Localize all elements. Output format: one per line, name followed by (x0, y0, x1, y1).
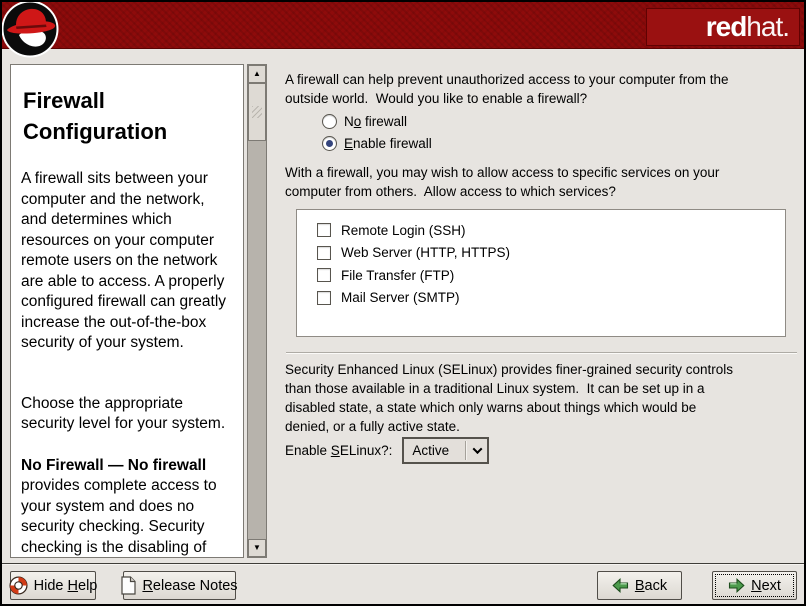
service-row-ssh[interactable]: Remote Login (SSH) (317, 219, 785, 242)
brand-text-bold: red (706, 11, 747, 43)
back-button[interactable]: Back (597, 571, 682, 600)
help-paragraph-3-heading: No Firewall — No firewall (21, 457, 206, 474)
services-list: Remote Login (SSH) Web Server (HTTP, HTT… (296, 209, 786, 337)
redhat-shadowman-logo-icon (1, 0, 61, 60)
next-button[interactable]: Next (712, 571, 797, 600)
services-intro-text: With a firewall, you may wish to allow a… (285, 163, 725, 201)
help-paragraph-3-body: provides complete access to your system … (21, 477, 229, 558)
checkbox-icon[interactable] (317, 268, 331, 282)
service-label: Remote Login (SSH) (341, 223, 466, 238)
installer-window: redhat. Firewall Configuration A firewal… (0, 0, 806, 606)
radio-button-selected-icon[interactable] (322, 136, 337, 151)
scrollbar-thumb[interactable] (248, 83, 266, 141)
button-bar: Hide Help Release Notes Back (2, 563, 804, 604)
green-arrow-right-icon (728, 578, 745, 593)
back-label: Back (635, 578, 667, 594)
selinux-dropdown[interactable]: Active (402, 437, 489, 464)
chevron-down-icon[interactable] (467, 447, 487, 454)
hide-help-label: Hide Help (34, 578, 98, 594)
help-scrollbar[interactable]: ▲ ▼ (247, 64, 267, 558)
checkbox-icon[interactable] (317, 246, 331, 260)
section-separator (286, 352, 797, 354)
service-row-ftp[interactable]: File Transfer (FTP) (317, 264, 785, 287)
scroll-down-icon[interactable]: ▼ (248, 539, 266, 557)
radio-no-firewall-label: No firewall (344, 114, 407, 129)
radio-enable-firewall-label: Enable firewall (344, 136, 432, 151)
brand-text-light: hat. (746, 11, 789, 43)
help-paragraph-3: No Firewall — No firewall provides compl… (21, 456, 234, 559)
selinux-description: Security Enhanced Linux (SELinux) provid… (285, 360, 735, 436)
service-label: Mail Server (SMTP) (341, 290, 460, 305)
checkbox-icon[interactable] (317, 291, 331, 305)
firewall-intro-text: A firewall can help prevent unauthorized… (285, 70, 765, 108)
main-content: A firewall can help prevent unauthorized… (283, 64, 801, 560)
life-preserver-icon (9, 576, 28, 595)
redhat-wordmark: redhat. (646, 8, 800, 46)
service-label: Web Server (HTTP, HTTPS) (341, 245, 510, 260)
help-paragraph-1: A firewall sits between your computer an… (21, 169, 234, 354)
radio-button-icon[interactable] (322, 114, 337, 129)
hide-help-button[interactable]: Hide Help (10, 571, 96, 600)
scroll-up-icon[interactable]: ▲ (248, 65, 266, 83)
checkbox-icon[interactable] (317, 223, 331, 237)
selinux-label: Enable SELinux?: (285, 443, 392, 458)
help-paragraph-2: Choose the appropriate security level fo… (21, 394, 234, 435)
release-notes-button[interactable]: Release Notes (123, 571, 236, 600)
release-notes-label: Release Notes (142, 578, 237, 594)
radio-enable-firewall[interactable]: Enable firewall (322, 135, 432, 152)
selinux-row: Enable SELinux?: Active (285, 437, 489, 464)
help-title: Firewall Configuration (23, 85, 234, 147)
header-banner: redhat. (2, 2, 804, 49)
document-page-icon (121, 576, 136, 595)
service-row-smtp[interactable]: Mail Server (SMTP) (317, 287, 785, 310)
service-row-web[interactable]: Web Server (HTTP, HTTPS) (317, 242, 785, 265)
next-label: Next (751, 578, 781, 594)
green-arrow-left-icon (612, 578, 629, 593)
service-label: File Transfer (FTP) (341, 268, 454, 283)
help-panel: Firewall Configuration A firewall sits b… (10, 64, 244, 558)
selinux-dropdown-value: Active (404, 443, 465, 458)
radio-no-firewall[interactable]: No firewall (322, 113, 407, 130)
